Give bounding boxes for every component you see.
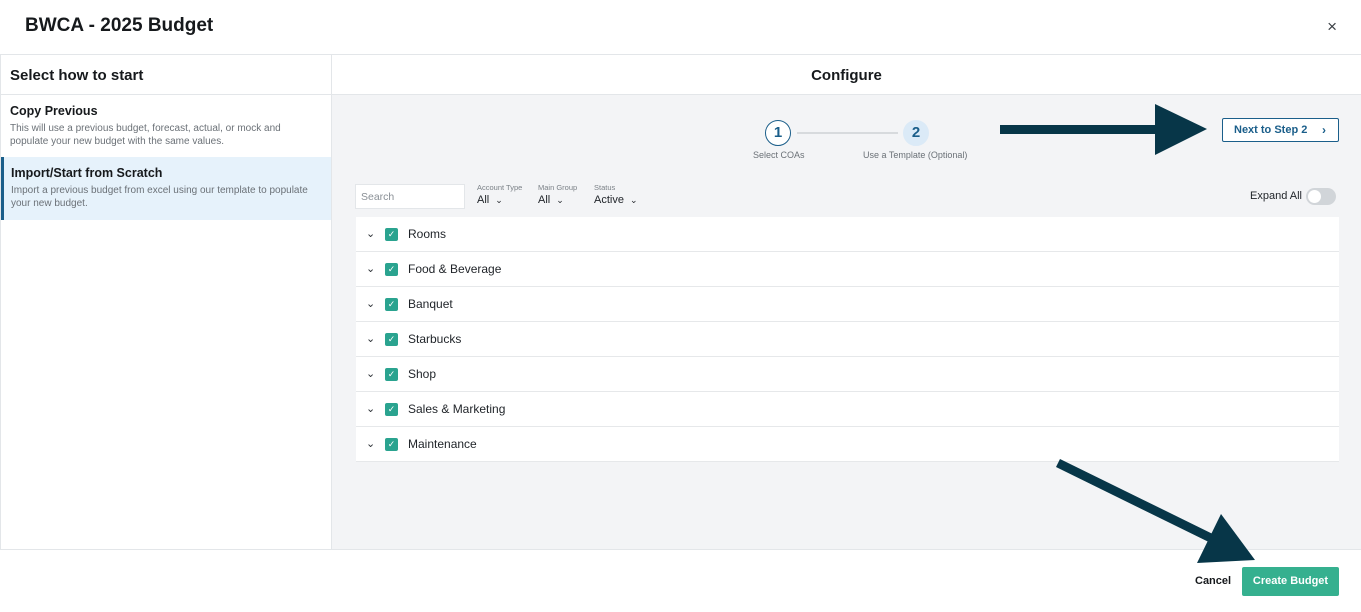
coa-row[interactable]: ⌄ ✓ Banquet [356, 287, 1339, 322]
coa-label: Rooms [408, 227, 447, 241]
checkbox[interactable]: ✓ [385, 368, 398, 381]
coa-row[interactable]: ⌄ ✓ Sales & Marketing [356, 392, 1339, 427]
expand-all-toggle[interactable] [1306, 188, 1336, 205]
configure-panel: Configure 1 2 Select COAs Use a Template… [332, 55, 1361, 549]
coa-row[interactable]: ⌄ ✓ Maintenance [356, 427, 1339, 462]
chevron-down-icon: ⌄ [495, 195, 503, 205]
option-copy-previous[interactable]: Copy Previous This will use a previous b… [1, 95, 331, 157]
filter-value: Active ⌄ [594, 194, 638, 206]
checkbox[interactable]: ✓ [385, 333, 398, 346]
coa-label: Food & Beverage [408, 262, 502, 276]
next-step-label: Next to Step 2 [1234, 124, 1308, 136]
filter-label: Main Group [538, 183, 578, 192]
coa-row[interactable]: ⌄ ✓ Starbucks [356, 322, 1339, 357]
expand-all-label: Expand All [1250, 190, 1302, 202]
configure-heading: Configure [332, 55, 1361, 95]
checkbox[interactable]: ✓ [385, 228, 398, 241]
step-1-indicator[interactable]: 1 [765, 120, 791, 146]
coa-label: Sales & Marketing [408, 402, 506, 416]
coa-row[interactable]: ⌄ ✓ Food & Beverage [356, 252, 1339, 287]
filter-label: Status [594, 183, 616, 192]
cancel-button[interactable]: Cancel [1195, 575, 1231, 587]
coa-label: Starbucks [408, 332, 462, 346]
checkbox[interactable]: ✓ [385, 438, 398, 451]
chevron-down-icon[interactable]: ⌄ [366, 437, 375, 450]
coa-list: ⌄ ✓ Rooms ⌄ ✓ Food & Beverage ⌄ ✓ Banquet ⌄ ✓ St… [356, 217, 1339, 462]
chevron-down-icon[interactable]: ⌄ [366, 402, 375, 415]
search-input[interactable] [355, 184, 465, 209]
chevron-down-icon[interactable]: ⌄ [366, 262, 375, 275]
create-budget-button[interactable]: Create Budget [1242, 567, 1339, 596]
filter-value: All ⌄ [538, 194, 564, 206]
toggle-knob [1308, 190, 1321, 203]
option-description: Import a previous budget from excel usin… [11, 185, 308, 209]
coa-row[interactable]: ⌄ ✓ Rooms [356, 217, 1339, 252]
filter-value: All ⌄ [477, 194, 503, 206]
step-2-indicator[interactable]: 2 [903, 120, 929, 146]
coa-label: Maintenance [408, 437, 477, 451]
coa-row[interactable]: ⌄ ✓ Shop [356, 357, 1339, 392]
chevron-right-icon: › [1322, 123, 1326, 137]
option-import-scratch[interactable]: Import/Start from Scratch Import a previ… [1, 157, 331, 220]
start-method-heading: Select how to start [1, 55, 331, 95]
chevron-down-icon: ⌄ [629, 195, 638, 205]
chevron-down-icon: ⌄ [556, 195, 564, 205]
option-title: Import/Start from Scratch [11, 166, 163, 180]
status-filter[interactable]: Status Active ⌄ [594, 183, 638, 206]
filter-label: Account Type [477, 183, 523, 192]
main-group-filter[interactable]: Main Group All ⌄ [538, 183, 577, 206]
checkbox[interactable]: ✓ [385, 403, 398, 416]
modal-title: BWCA - 2025 Budget [25, 15, 214, 36]
chevron-down-icon[interactable]: ⌄ [366, 227, 375, 240]
coa-label: Banquet [408, 297, 453, 311]
checkbox[interactable]: ✓ [385, 298, 398, 311]
chevron-down-icon[interactable]: ⌄ [366, 297, 375, 310]
start-method-panel: Select how to start Copy Previous This w… [0, 55, 332, 549]
option-title: Copy Previous [10, 104, 98, 118]
checkbox[interactable]: ✓ [385, 263, 398, 276]
step-2-label: Use a Template (Optional) [863, 150, 968, 160]
filter-bar: Account Type All⌄ Main Group All⌄ Status… [355, 183, 1340, 211]
option-description: This will use a previous budget, forecas… [10, 123, 281, 147]
modal-header: BWCA - 2025 Budget × [0, 0, 1361, 55]
next-step-button[interactable]: Next to Step 2 › [1222, 118, 1339, 142]
chevron-down-icon[interactable]: ⌄ [366, 332, 375, 345]
close-icon[interactable]: × [1327, 17, 1337, 37]
modal-footer: Cancel Create Budget [0, 549, 1361, 612]
coa-label: Shop [408, 367, 437, 381]
step-1-label: Select COAs [753, 150, 805, 160]
chevron-down-icon[interactable]: ⌄ [366, 367, 375, 380]
step-connector [797, 132, 898, 134]
account-type-filter[interactable]: Account Type All ⌄ [477, 183, 522, 206]
